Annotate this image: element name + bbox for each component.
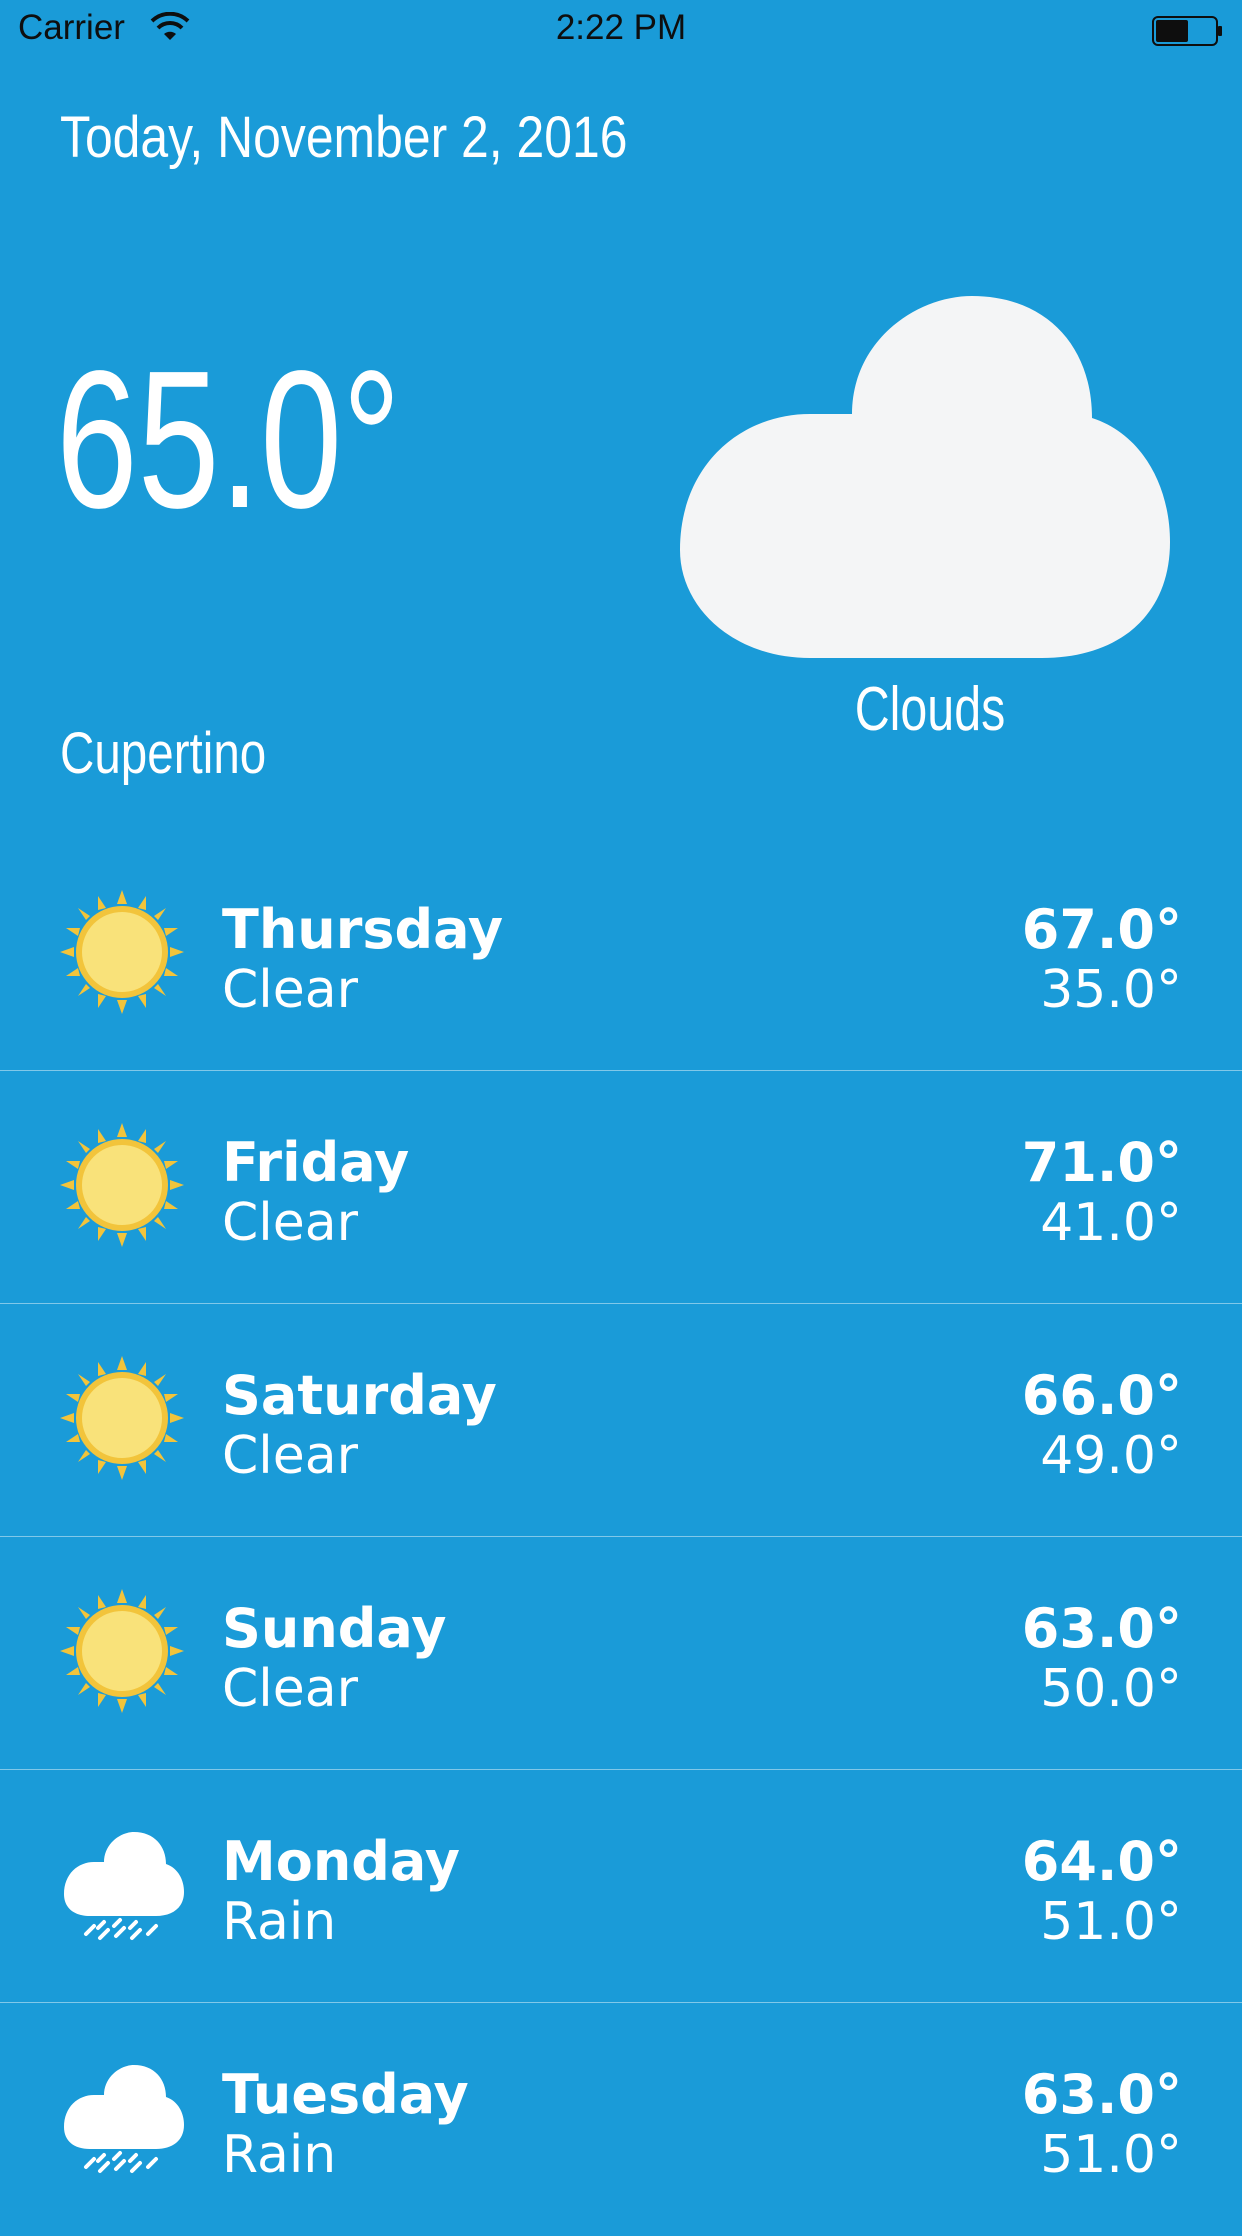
forecast-row[interactable]: Friday Clear 71.0° 41.0° xyxy=(0,1071,1242,1304)
city-name: Cupertino xyxy=(60,721,267,786)
current-condition: Clouds xyxy=(854,675,1006,744)
forecast-day: Saturday xyxy=(222,1364,497,1427)
forecast-row[interactable]: Sunday Clear 63.0° 50.0° xyxy=(0,1537,1242,1770)
forecast-day: Monday xyxy=(222,1830,460,1893)
forecast-high-temp: 71.0° xyxy=(1021,1131,1182,1194)
forecast-high-temp: 66.0° xyxy=(1021,1364,1182,1427)
forecast-condition: Clear xyxy=(222,1659,358,1719)
forecast-low-temp: 49.0° xyxy=(1040,1426,1182,1486)
rain-icon xyxy=(60,2055,184,2179)
forecast-high-temp: 63.0° xyxy=(1021,2063,1182,2126)
forecast-row[interactable]: Tuesday Rain 63.0° 51.0° xyxy=(0,2003,1242,2236)
rain-icon xyxy=(60,1822,184,1946)
forecast-day: Friday xyxy=(222,1131,410,1194)
forecast-low-temp: 51.0° xyxy=(1040,2125,1182,2185)
forecast-row[interactable]: Monday Rain 64.0° 51.0° xyxy=(0,1770,1242,2003)
forecast-high-temp: 67.0° xyxy=(1021,898,1182,961)
sun-icon xyxy=(60,890,184,1014)
forecast-row[interactable]: Saturday Clear 66.0° 49.0° xyxy=(0,1304,1242,1537)
forecast-condition: Clear xyxy=(222,1193,358,1253)
cloud-icon xyxy=(680,296,1170,658)
forecast-row[interactable]: Thursday Clear 67.0° 35.0° xyxy=(0,838,1242,1071)
status-bar: Carrier 2:22 PM xyxy=(0,0,1242,60)
forecast-low-temp: 41.0° xyxy=(1040,1193,1182,1253)
forecast-low-temp: 50.0° xyxy=(1040,1659,1182,1719)
forecast-high-temp: 64.0° xyxy=(1021,1830,1182,1893)
current-temperature: 65.0° xyxy=(56,330,401,549)
forecast-condition: Clear xyxy=(222,1426,358,1486)
forecast-condition: Rain xyxy=(222,1892,337,1952)
battery-icon xyxy=(1152,16,1222,46)
sun-icon xyxy=(60,1356,184,1480)
forecast-day: Tuesday xyxy=(222,2063,469,2126)
forecast-high-temp: 63.0° xyxy=(1021,1597,1182,1660)
sun-icon xyxy=(60,1589,184,1713)
sun-icon xyxy=(60,1123,184,1247)
forecast-condition: Clear xyxy=(222,960,358,1020)
forecast-low-temp: 35.0° xyxy=(1040,960,1182,1020)
forecast-condition: Rain xyxy=(222,2125,337,2185)
status-time: 2:22 PM xyxy=(555,8,687,47)
date-heading: Today, November 2, 2016 xyxy=(60,105,628,170)
forecast-low-temp: 51.0° xyxy=(1040,1892,1182,1952)
forecast-day: Sunday xyxy=(222,1597,447,1660)
forecast-list[interactable]: Thursday Clear 67.0° 35.0° Friday Clear 71.0°… xyxy=(0,838,1242,2236)
forecast-day: Thursday xyxy=(222,898,504,961)
